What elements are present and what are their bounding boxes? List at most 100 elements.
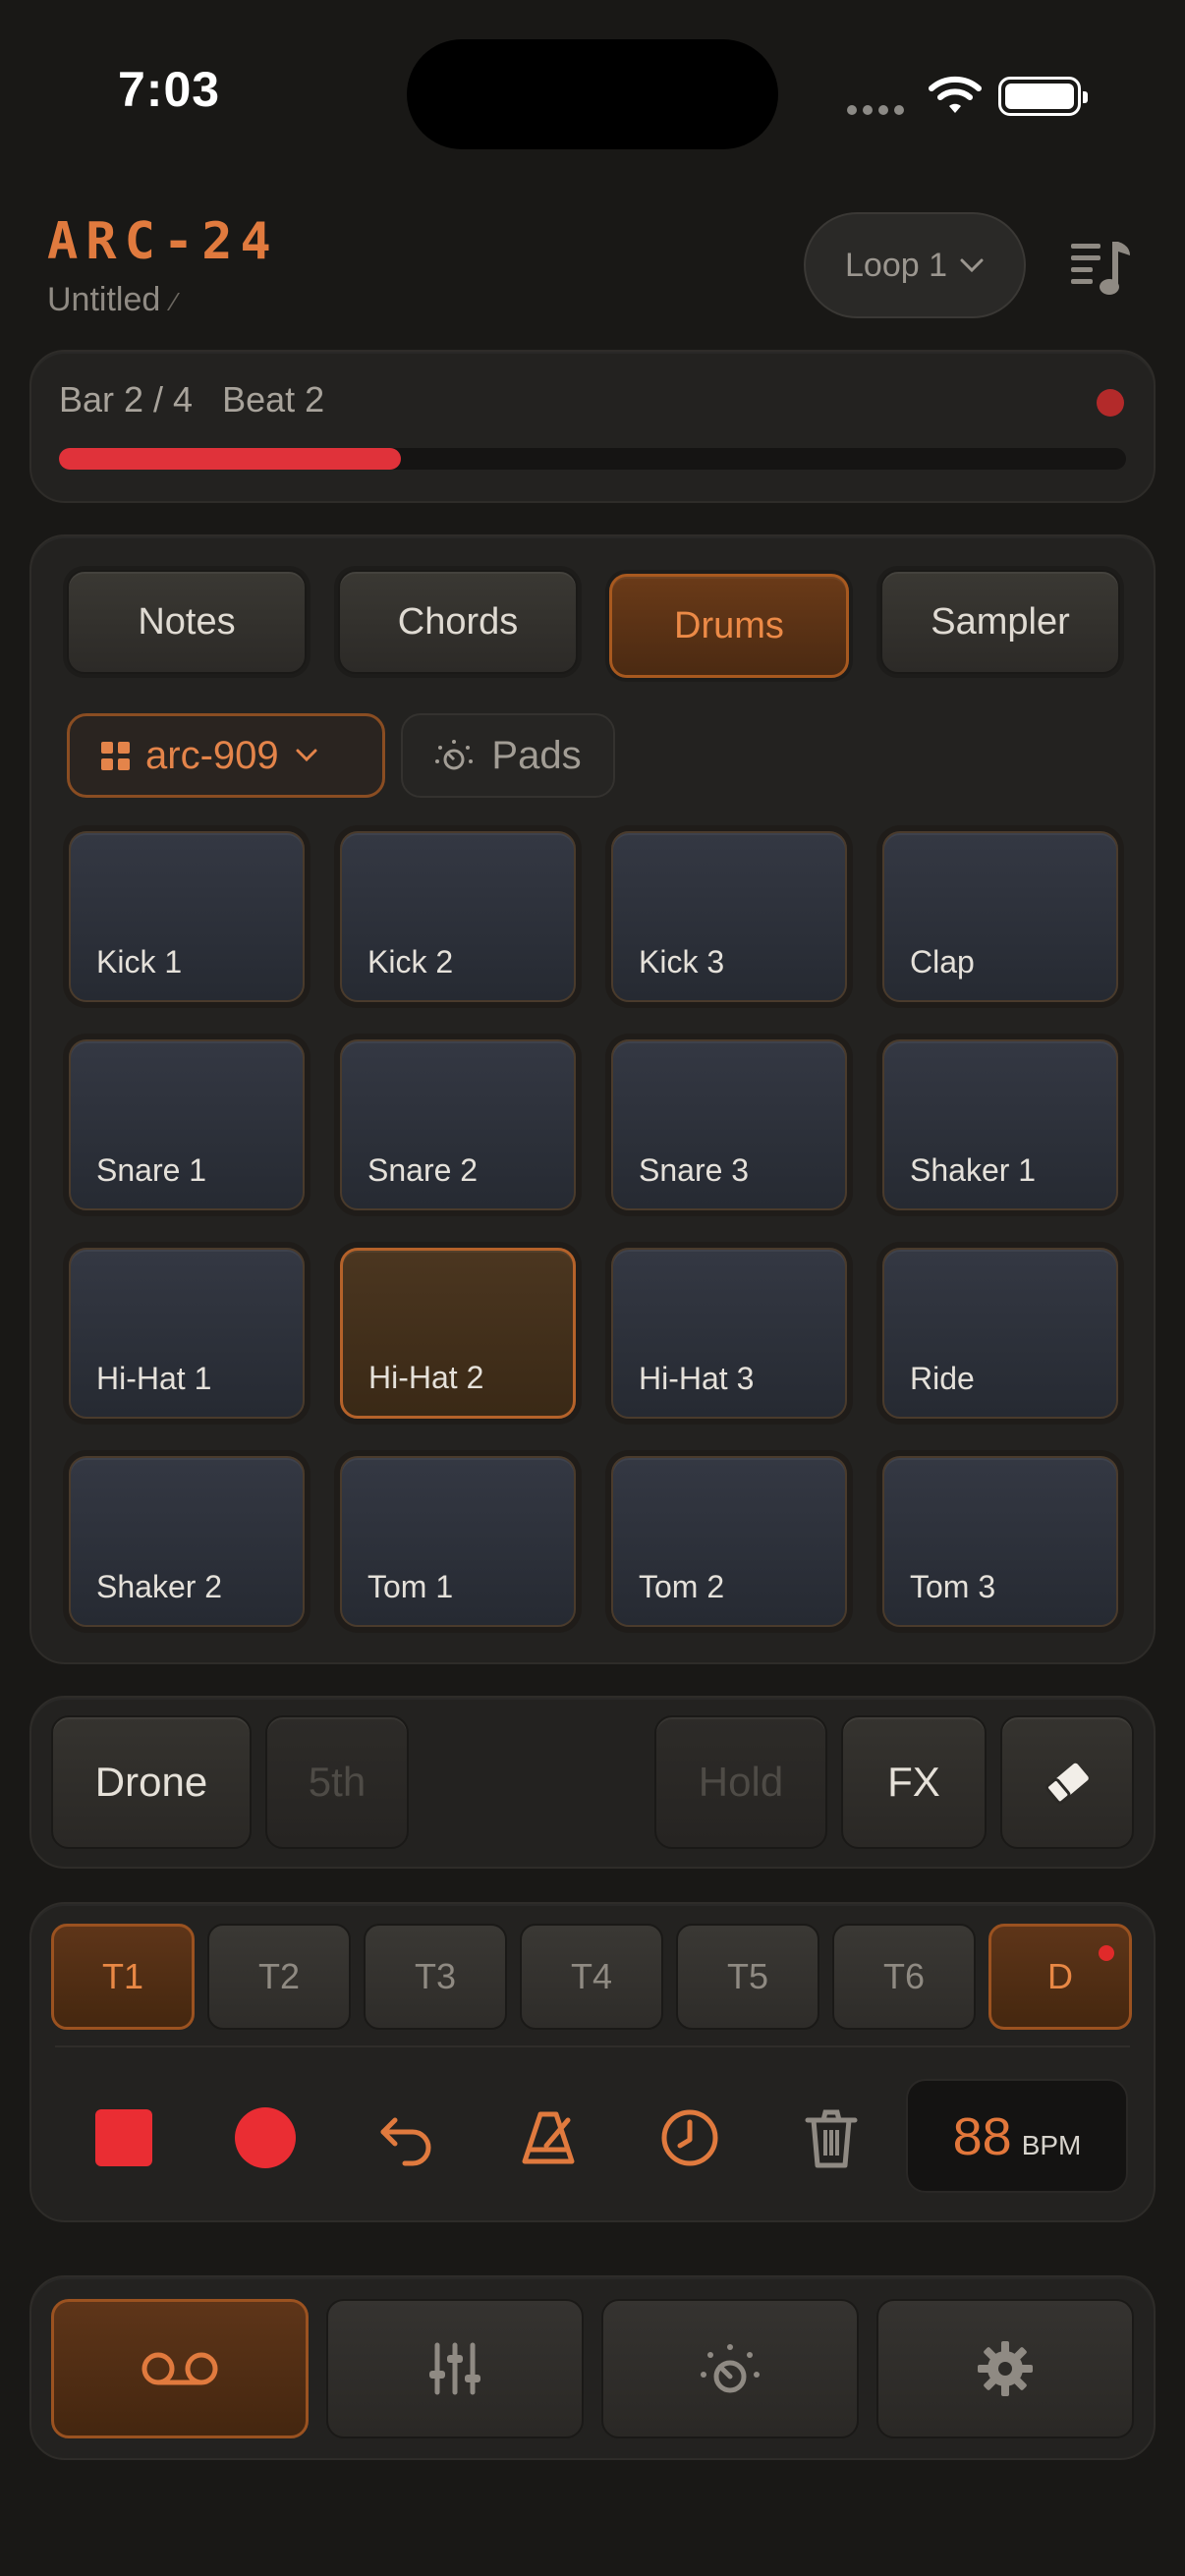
nav-settings[interactable] [876, 2299, 1134, 2438]
playlist-music-icon[interactable] [1067, 234, 1136, 303]
drum-pad[interactable]: Hi-Hat 1 [69, 1248, 305, 1419]
bpm-unit: BPM [1021, 2130, 1082, 2160]
bar-beat-readout: Bar 2 / 4 Beat 2 [59, 379, 324, 420]
edit-pencil-icon: ⁄ [172, 287, 177, 316]
drum-pad[interactable]: Kick 3 [611, 831, 847, 1002]
drum-kit-select[interactable]: arc-909 [67, 713, 385, 798]
drum-pad-label: Shaker 2 [96, 1569, 223, 1604]
status-time: 7:03 [118, 62, 221, 117]
bpm-display[interactable]: 88 BPM [906, 2079, 1128, 2193]
fifth-button[interactable]: 5th [265, 1715, 409, 1849]
drum-pad[interactable]: Ride [882, 1248, 1118, 1419]
drum-pad[interactable]: Snare 3 [611, 1039, 847, 1210]
track-4-button[interactable]: T4 [520, 1924, 663, 2030]
record-button[interactable] [226, 2099, 305, 2177]
chevron-down-icon [296, 749, 317, 762]
record-icon [235, 2107, 296, 2168]
nav-dial[interactable] [601, 2299, 859, 2438]
bar-counter: Bar 2 / 4 [59, 379, 194, 420]
undo-button[interactable] [367, 2099, 446, 2177]
drum-pad-label: Tom 2 [639, 1569, 725, 1604]
drum-pad-label: Hi-Hat 1 [96, 1361, 212, 1396]
drum-pad[interactable]: Kick 1 [69, 831, 305, 1002]
hold-button[interactable]: Hold [654, 1715, 827, 1849]
grid-icon [101, 741, 130, 770]
drone-button[interactable]: Drone [51, 1715, 252, 1849]
stop-button[interactable] [85, 2099, 163, 2177]
drum-pad-label: Kick 3 [639, 944, 725, 980]
drum-pad-label: Ride [910, 1361, 975, 1396]
track-5-button[interactable]: T5 [676, 1924, 819, 2030]
drum-pad-label: Clap [910, 944, 975, 980]
track-2-button[interactable]: T2 [207, 1924, 351, 2030]
clock-icon [661, 2109, 718, 2166]
pads-mode-button[interactable]: Pads [401, 713, 615, 798]
track-6-button[interactable]: T6 [832, 1924, 976, 2030]
tab-chords[interactable]: Chords [338, 570, 578, 674]
undo-icon [380, 2117, 431, 2166]
drum-pad[interactable]: Tom 3 [882, 1456, 1118, 1627]
dynamic-island [407, 39, 778, 149]
drum-pad[interactable]: Snare 2 [340, 1039, 576, 1210]
drum-pad-label: Tom 1 [367, 1569, 454, 1604]
chevron-down-icon [960, 258, 984, 273]
drum-pad-label: Snare 1 [96, 1152, 207, 1188]
drum-pad-label: Shaker 1 [910, 1152, 1037, 1188]
drum-pad-label: Kick 1 [96, 944, 183, 980]
tab-notes[interactable]: Notes [67, 570, 307, 674]
bpm-value: 88 [952, 2107, 1012, 2166]
battery-icon [998, 77, 1088, 116]
drum-pad-label: Kick 2 [367, 944, 454, 980]
record-indicator [1097, 389, 1124, 417]
voicemail-icon [141, 2352, 218, 2385]
drum-pad[interactable]: Hi-Hat 3 [611, 1248, 847, 1419]
drone-track-button[interactable]: D [988, 1924, 1132, 2030]
drum-pad[interactable]: Tom 1 [340, 1456, 576, 1627]
drum-pad[interactable]: Snare 1 [69, 1039, 305, 1210]
divider [55, 2045, 1130, 2047]
drum-pad[interactable]: Tom 2 [611, 1456, 847, 1627]
loop-select[interactable]: Loop 1 [804, 212, 1026, 318]
fx-button[interactable]: FX [841, 1715, 987, 1849]
trash-icon [805, 2109, 858, 2168]
dial-icon [435, 740, 474, 770]
project-name[interactable]: Untitled ⁄ [47, 281, 177, 319]
tab-drums[interactable]: Drums [609, 574, 849, 678]
progress-panel [29, 350, 1156, 503]
metronome-icon [522, 2111, 575, 2164]
nav-recorder[interactable] [51, 2299, 309, 2438]
delete-button[interactable] [792, 2099, 871, 2177]
gear-icon [978, 2341, 1033, 2396]
eraser-icon [1044, 1763, 1089, 1805]
drum-pad-label: Snare 2 [367, 1152, 479, 1188]
drum-pad-label: Hi-Hat 2 [368, 1360, 484, 1395]
drum-pad-label: Tom 3 [910, 1569, 996, 1604]
project-name-label: Untitled [47, 281, 161, 318]
nav-mixer[interactable] [326, 2299, 584, 2438]
drum-pad[interactable]: Shaker 1 [882, 1039, 1118, 1210]
drum-pad[interactable]: Kick 2 [340, 831, 576, 1002]
loop-progress-fill [59, 448, 401, 470]
drum-pad[interactable]: Clap [882, 831, 1118, 1002]
tab-sampler[interactable]: Sampler [880, 570, 1120, 674]
beat-counter: Beat 2 [222, 379, 325, 420]
loop-select-label: Loop 1 [845, 246, 947, 284]
metronome-button[interactable] [509, 2099, 588, 2177]
dial-icon [701, 2344, 760, 2393]
drum-pad[interactable]: Shaker 2 [69, 1456, 305, 1627]
drone-track-indicator [1099, 1945, 1114, 1961]
eraser-button[interactable] [1000, 1715, 1134, 1849]
drum-kit-label: arc-909 [145, 733, 279, 777]
timer-button[interactable] [650, 2099, 729, 2177]
cellular-signal-icon [847, 102, 910, 120]
wifi-icon [928, 73, 983, 121]
pads-mode-label: Pads [491, 733, 582, 777]
drum-pad-label: Snare 3 [639, 1152, 750, 1188]
drum-pad-active[interactable]: Hi-Hat 2 [340, 1248, 576, 1419]
drum-pad-label: Hi-Hat 3 [639, 1361, 755, 1396]
track-3-button[interactable]: T3 [364, 1924, 507, 2030]
stop-icon [95, 2109, 152, 2166]
sliders-icon [429, 2342, 480, 2395]
app-title: ARC-24 [47, 212, 279, 271]
track-1-button[interactable]: T1 [51, 1924, 195, 2030]
